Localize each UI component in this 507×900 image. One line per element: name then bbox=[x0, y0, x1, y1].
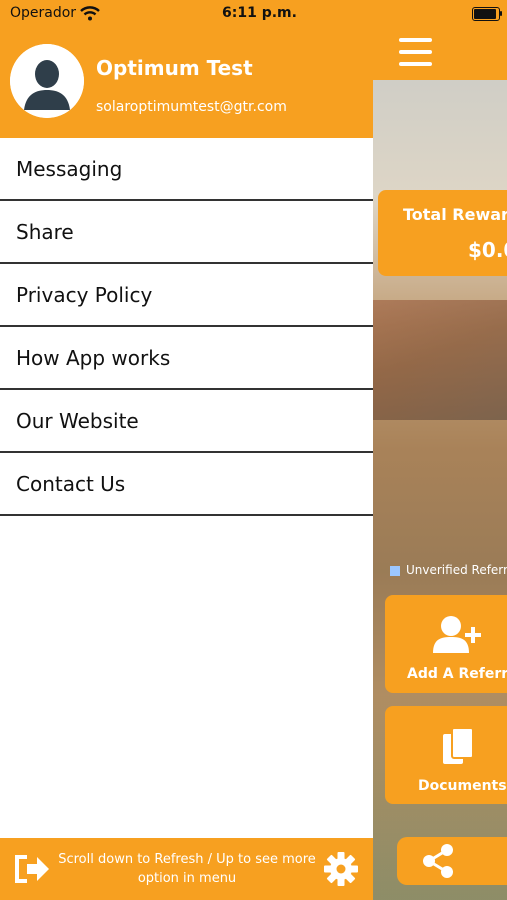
hamburger-menu-icon[interactable] bbox=[399, 38, 432, 66]
user-silhouette-icon bbox=[10, 44, 84, 118]
share-icon bbox=[423, 844, 453, 878]
menu-item-our-website[interactable]: Our Website bbox=[0, 390, 373, 453]
legend-unverified-referrals: Unverified Referr bbox=[406, 563, 507, 577]
footer-hint-line1: Scroll down to Refresh / Up to see more bbox=[58, 852, 316, 867]
user-name: Optimum Test bbox=[96, 56, 253, 80]
footer-hint: Scroll down to Refresh / Up to see more … bbox=[52, 850, 322, 888]
menu-item-how-app-works[interactable]: How App works bbox=[0, 327, 373, 390]
status-time: 6:11 p.m. bbox=[222, 5, 297, 21]
gear-icon[interactable] bbox=[323, 851, 359, 887]
menu-item-privacy-policy[interactable]: Privacy Policy bbox=[0, 264, 373, 327]
user-email: solaroptimumtest@gtr.com bbox=[96, 99, 287, 115]
roof-photo-detail bbox=[373, 300, 507, 420]
menu-item-label: Contact Us bbox=[16, 471, 126, 496]
documents-icon bbox=[443, 727, 474, 764]
total-rewards-value: $0.0 bbox=[468, 238, 507, 262]
footer-hint-line2: option in menu bbox=[137, 871, 237, 886]
battery-icon bbox=[472, 7, 500, 21]
carrier-label: Operador bbox=[10, 5, 77, 21]
menu-item-contact-us[interactable]: Contact Us bbox=[0, 453, 373, 516]
documents-label: Documents bbox=[418, 778, 507, 794]
legend-swatch bbox=[390, 566, 400, 576]
menu-item-share[interactable]: Share bbox=[0, 201, 373, 264]
menu-item-messaging[interactable]: Messaging bbox=[0, 138, 373, 201]
menu-item-label: How App works bbox=[16, 345, 171, 370]
add-referral-label: Add A Referra bbox=[407, 666, 507, 682]
menu-item-label: Messaging bbox=[16, 156, 123, 181]
menu-item-label: Share bbox=[16, 219, 74, 244]
add-user-icon bbox=[433, 616, 481, 653]
battery-tip bbox=[500, 11, 502, 16]
wifi-icon bbox=[80, 6, 100, 21]
share-button[interactable] bbox=[397, 837, 507, 885]
avatar[interactable] bbox=[10, 44, 84, 118]
drawer-menu: Messaging Share Privacy Policy How App w… bbox=[0, 138, 373, 516]
menu-item-label: Our Website bbox=[16, 408, 139, 433]
total-rewards-title: Total Rewar bbox=[403, 205, 507, 224]
logout-icon[interactable] bbox=[13, 853, 51, 885]
menu-item-label: Privacy Policy bbox=[16, 282, 153, 307]
total-rewards-card bbox=[378, 190, 507, 276]
